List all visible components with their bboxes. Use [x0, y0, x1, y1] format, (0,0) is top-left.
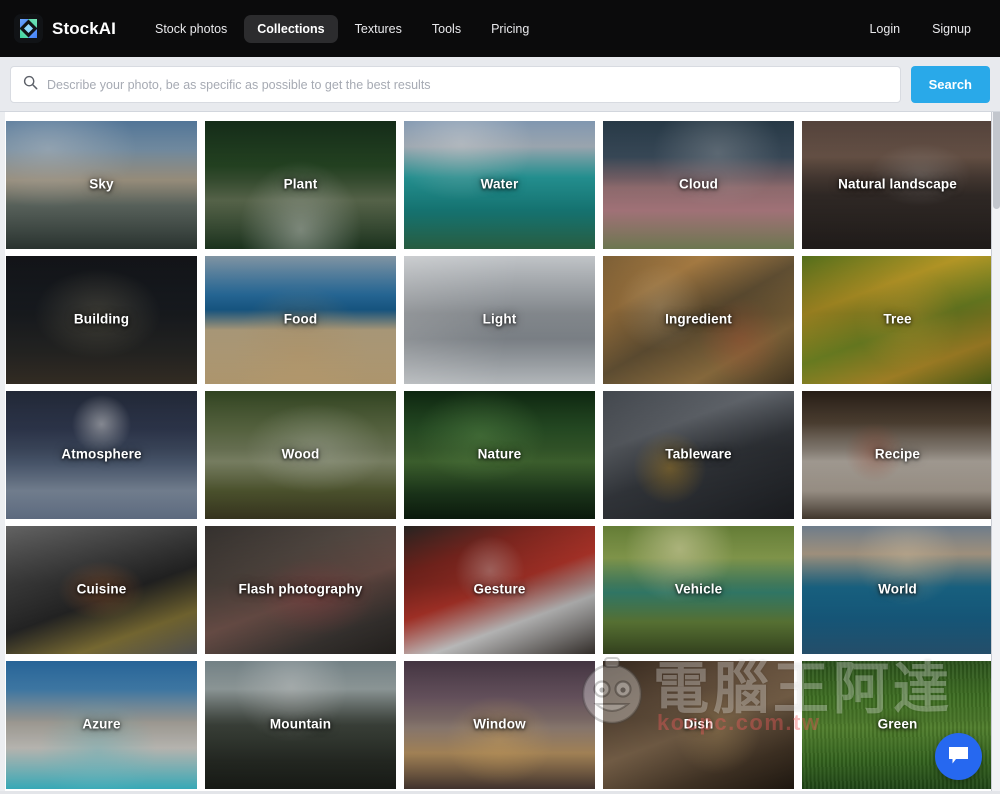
collection-tile-label: Flash photography	[238, 581, 363, 597]
collection-tile[interactable]: Mountain	[205, 661, 396, 789]
collection-tile-label: Food	[283, 311, 318, 327]
collection-tile-label: Cuisine	[76, 581, 127, 597]
collection-tile-label: Recipe	[874, 446, 921, 462]
collection-tile[interactable]: Sky	[6, 121, 197, 249]
collection-tile-label: Sky	[89, 176, 114, 192]
collection-tile-label: Green	[877, 716, 918, 732]
auth-nav: Login Signup	[858, 15, 982, 43]
brand-name: StockAI	[52, 18, 116, 38]
collection-tile-label: Vehicle	[674, 581, 723, 597]
nav-item-tools[interactable]: Tools	[419, 15, 474, 43]
collection-tile-label: Building	[73, 311, 130, 327]
signup-button[interactable]: Signup	[921, 15, 982, 43]
search-icon	[23, 75, 38, 95]
collection-tile-label: Azure	[82, 716, 121, 732]
collection-tile-label: Atmosphere	[61, 446, 142, 462]
collection-tile-label: Water	[480, 176, 519, 192]
collection-tile[interactable]: Wood	[205, 391, 396, 519]
search-input[interactable]	[47, 77, 888, 92]
collection-tile[interactable]: Dish	[603, 661, 794, 789]
collection-tile-label: Gesture	[473, 581, 526, 597]
search-field[interactable]	[10, 66, 901, 103]
collection-tile[interactable]: Light	[404, 256, 595, 384]
collection-tile[interactable]: Natural landscape	[802, 121, 993, 249]
login-button[interactable]: Login	[858, 15, 911, 43]
collection-tile[interactable]: Atmosphere	[6, 391, 197, 519]
collection-tile[interactable]: World	[802, 526, 993, 654]
collection-tile[interactable]: Window	[404, 661, 595, 789]
collection-tile[interactable]: Nature	[404, 391, 595, 519]
nav-item-stock-photos[interactable]: Stock photos	[142, 15, 240, 43]
collection-tile[interactable]: Gesture	[404, 526, 595, 654]
collection-tile[interactable]: Cuisine	[6, 526, 197, 654]
collection-tile-label: Nature	[477, 446, 522, 462]
collection-tile-label: Window	[473, 716, 526, 732]
collection-tile[interactable]: Plant	[205, 121, 396, 249]
stockai-logo-icon	[14, 14, 43, 43]
search-bar: Search	[0, 57, 1000, 112]
collection-tile-label: Dish	[683, 716, 714, 732]
collection-tile[interactable]: Azure	[6, 661, 197, 789]
collection-tile-label: Natural landscape	[838, 176, 957, 192]
nav-item-collections[interactable]: Collections	[244, 14, 338, 43]
collection-tile-label: Tree	[883, 311, 912, 327]
app-window: StockAI Stock photos Collections Texture…	[0, 0, 1000, 794]
search-button[interactable]: Search	[910, 66, 990, 103]
collection-tile-label: Light	[482, 311, 517, 327]
collection-tile-label: Wood	[281, 446, 320, 462]
collection-tile-label: World	[878, 581, 917, 597]
collection-tile-label: Cloud	[679, 176, 718, 192]
brand[interactable]: StockAI	[14, 14, 116, 43]
collection-tile[interactable]: Water	[404, 121, 595, 249]
collection-tile-label: Tableware	[665, 446, 732, 462]
top-navigation-bar: StockAI Stock photos Collections Texture…	[0, 0, 1000, 57]
collections-grid: Sky Plant Water Cloud Natural landscape Build…	[6, 121, 1000, 789]
collection-tile[interactable]: Vehicle	[603, 526, 794, 654]
collections-grid-area: Sky Plant Water Cloud Natural landscape Build…	[0, 112, 1000, 792]
collection-tile[interactable]: Cloud	[603, 121, 794, 249]
collection-tile[interactable]: Flash photography	[205, 526, 396, 654]
vertical-scrollbar[interactable]	[991, 57, 1000, 794]
left-edge-chrome	[0, 57, 5, 794]
collection-tile[interactable]: Building	[6, 256, 197, 384]
collection-tile-label: Mountain	[269, 716, 332, 732]
nav-item-textures[interactable]: Textures	[342, 15, 415, 43]
collection-tile-label: Plant	[283, 176, 318, 192]
nav-item-pricing[interactable]: Pricing	[478, 15, 542, 43]
collection-tile[interactable]: Recipe	[802, 391, 993, 519]
collection-tile[interactable]: Tree	[802, 256, 993, 384]
collection-tile[interactable]: Ingredient	[603, 256, 794, 384]
collection-tile[interactable]: Tableware	[603, 391, 794, 519]
chat-bubble-icon	[947, 745, 970, 769]
chat-button[interactable]	[935, 733, 982, 780]
collection-tile[interactable]: Food	[205, 256, 396, 384]
collection-tile-label: Ingredient	[665, 311, 732, 327]
primary-nav: Stock photos Collections Textures Tools …	[142, 14, 542, 43]
